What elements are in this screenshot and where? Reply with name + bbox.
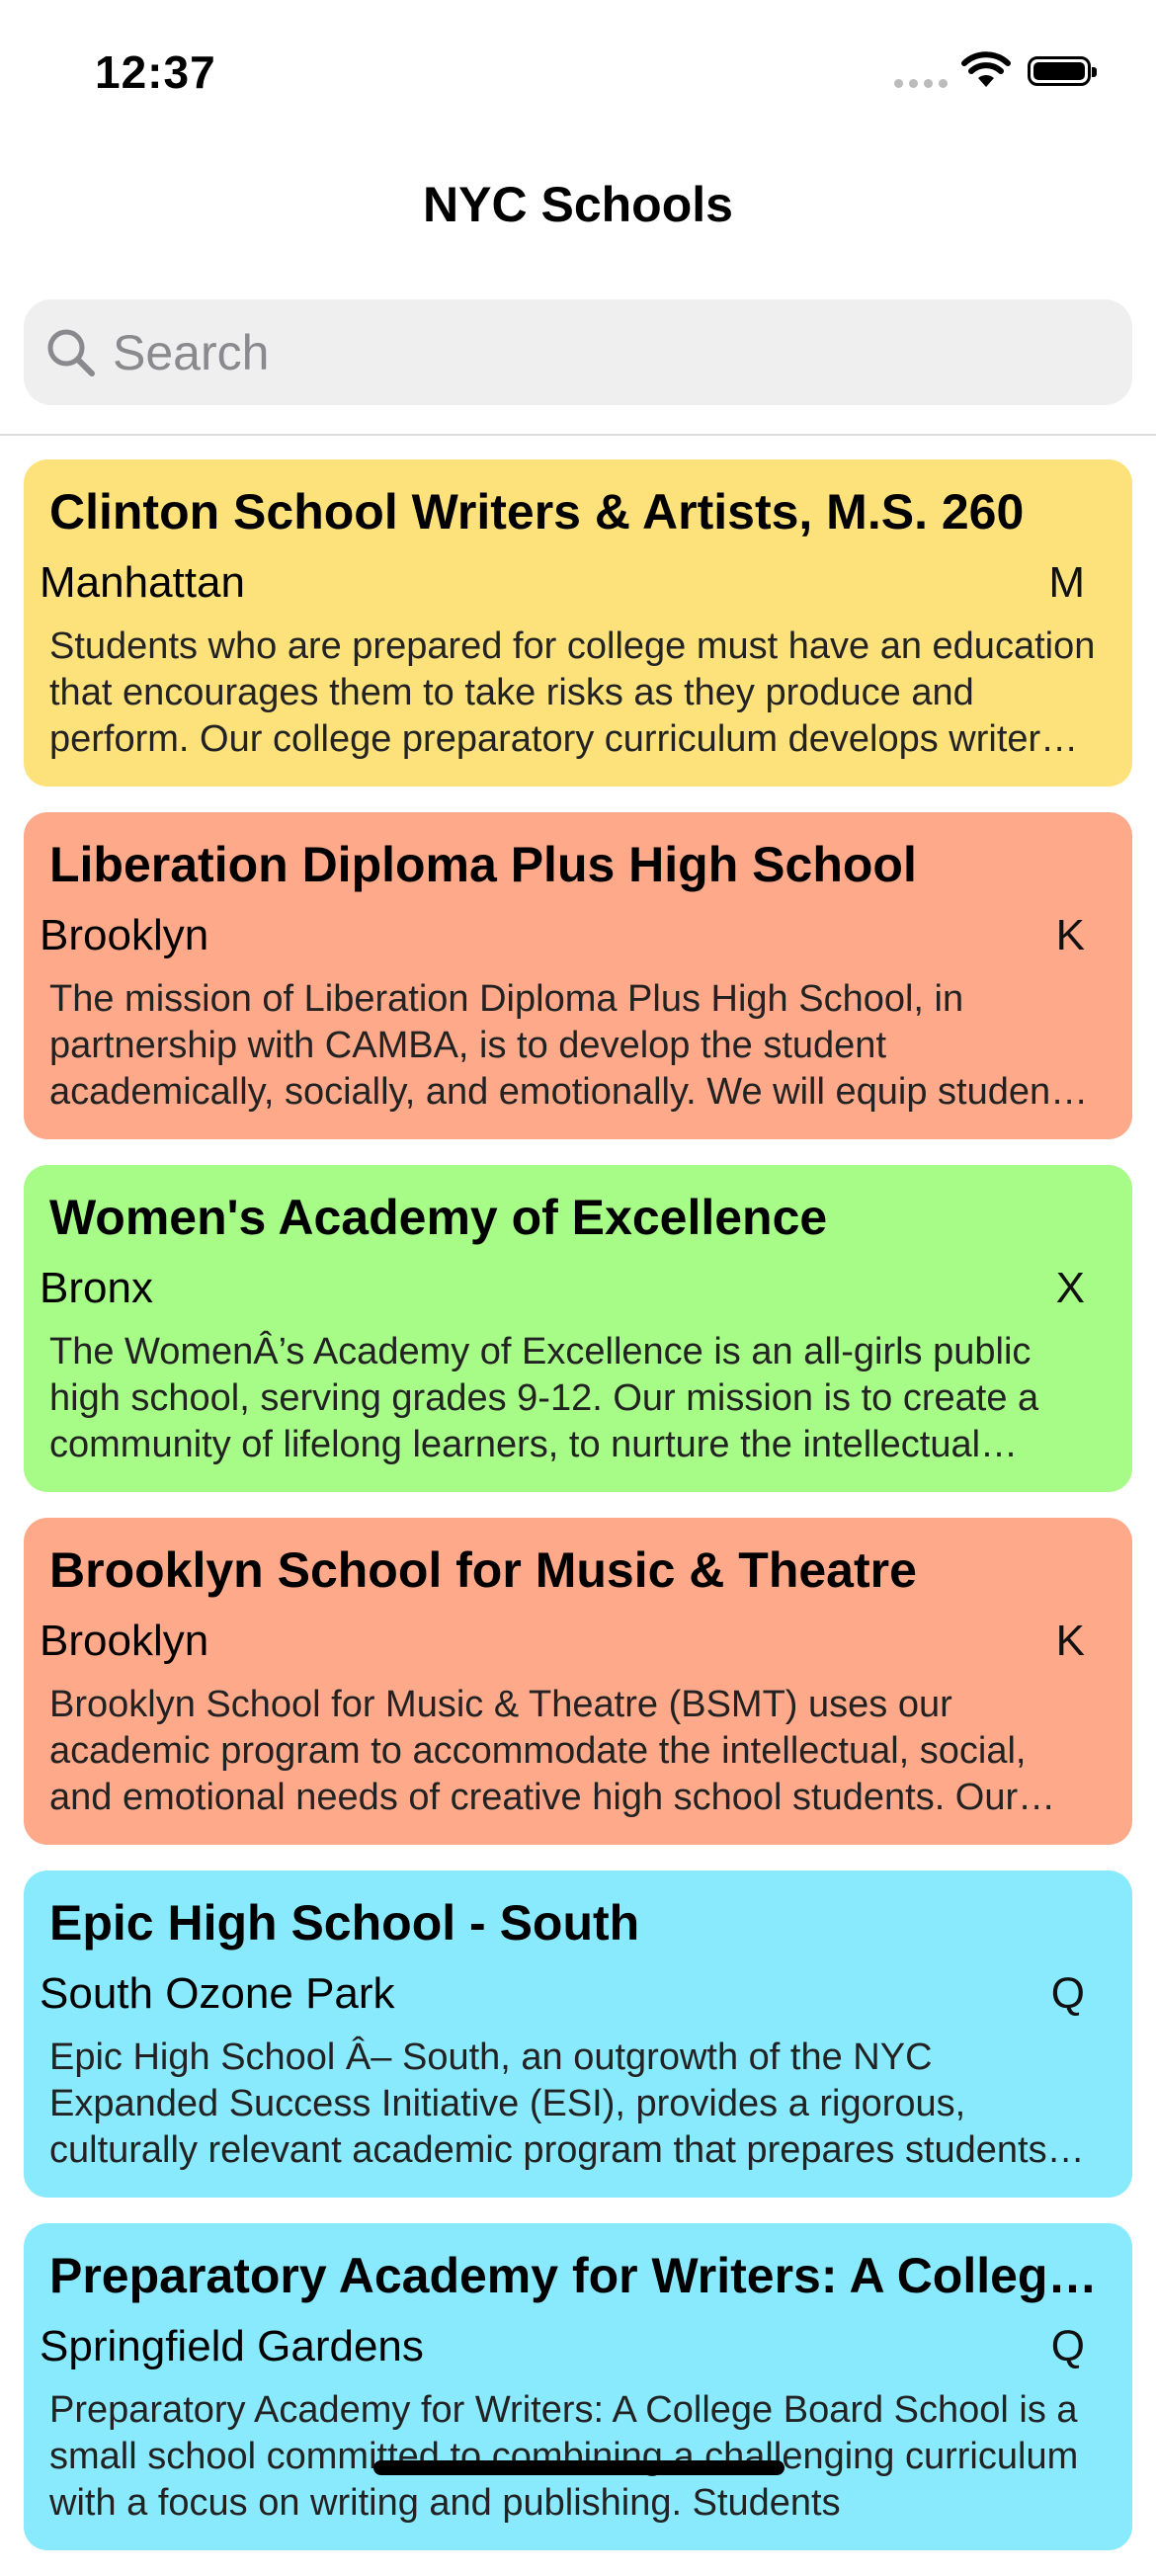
battery-icon [1028, 56, 1097, 86]
school-description: The mission of Liberation Diploma Plus H… [49, 978, 1080, 1113]
status-time: 12:37 [95, 46, 216, 98]
school-borough: Springfield Gardens [40, 2322, 424, 2370]
borough-code: K [1055, 1617, 1085, 1665]
school-borough: Brooklyn [40, 1617, 209, 1665]
search-icon [47, 329, 95, 376]
school-borough: South Ozone Park [40, 1969, 395, 2018]
school-description: Students who are prepared for college mu… [49, 625, 1096, 760]
page-title: NYC Schools [423, 177, 733, 232]
wifi-icon [961, 51, 1011, 87]
school-name: Brooklyn School for Music & Theatre [49, 1542, 917, 1598]
school-card[interactable]: Brooklyn School for Music & Theatre Brook… [24, 1518, 1132, 1845]
borough-code: X [1055, 1264, 1085, 1312]
school-description: The WomenÂ’s Academy of Excellence is an… [49, 1331, 1039, 1465]
school-name: Women's Academy of Excellence [49, 1190, 828, 1245]
school-card[interactable]: Liberation Diploma Plus High School Brook… [24, 812, 1132, 1139]
school-card[interactable]: Clinton School Writers & Artists, M.S. 2… [24, 459, 1132, 787]
school-description: Preparatory Academy for Writers: A Colle… [49, 2389, 1079, 2524]
school-card[interactable]: Epic High School - South South Ozone Park… [24, 1870, 1132, 2198]
school-card[interactable]: Preparatory Academy for Writers: A Colle… [24, 2223, 1132, 2550]
school-name: Preparatory Academy for Writers: A Colle… [49, 2248, 1103, 2303]
school-name: Liberation Diploma Plus High School [49, 837, 917, 892]
school-description: Brooklyn School for Music & Theatre (BSM… [49, 1684, 1027, 1818]
search-input[interactable] [111, 322, 1004, 382]
borough-code: M [1048, 558, 1085, 607]
borough-code: K [1055, 911, 1085, 959]
school-borough: Brooklyn [40, 911, 209, 959]
school-name: Epic High School - South [49, 1895, 640, 1951]
school-borough: Manhattan [40, 558, 245, 607]
borough-code: Q [1050, 2322, 1085, 2370]
school-list[interactable]: Clinton School Writers & Artists, M.S. 2… [24, 459, 1132, 2576]
divider [0, 434, 1156, 436]
search-bar[interactable] [24, 299, 1132, 405]
school-borough: Bronx [40, 1264, 153, 1312]
home-indicator [373, 2460, 784, 2475]
cellular-signal-icon [894, 79, 948, 88]
school-card[interactable]: Women's Academy of Excellence Bronx X The W… [24, 1165, 1132, 1492]
school-name: Clinton School Writers & Artists, M.S. 2… [49, 484, 1025, 540]
status-bar: 12:37 [0, 0, 1156, 138]
school-description: Epic High School Â– South, an outgrowth … [49, 2036, 1047, 2171]
borough-code: Q [1050, 1969, 1085, 2018]
